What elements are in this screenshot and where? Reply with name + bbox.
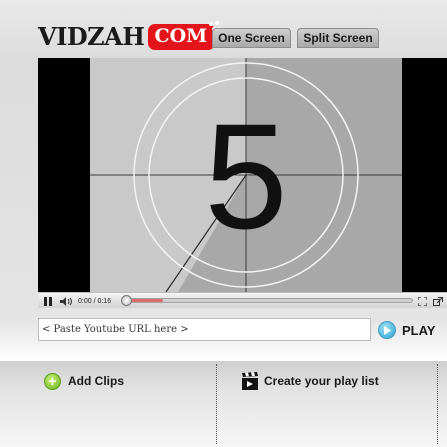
seek-handle[interactable] xyxy=(121,295,132,306)
playlist-label: Create your play list xyxy=(264,374,379,388)
volume-button[interactable] xyxy=(58,293,74,309)
panel-divider xyxy=(216,364,217,444)
panel-divider-right xyxy=(437,364,438,444)
video-controls: 0:00 / 0:16 xyxy=(38,292,447,308)
fullscreen-icon xyxy=(417,296,427,306)
volume-icon xyxy=(59,296,72,306)
video-player[interactable]: 5 xyxy=(38,58,447,292)
play-icon xyxy=(378,321,396,339)
external-button[interactable] xyxy=(432,293,444,309)
tab-one-screen[interactable]: One Screen xyxy=(212,28,291,48)
fullscreen-button[interactable] xyxy=(417,293,427,309)
plus-icon: + xyxy=(44,372,61,390)
logo-text: VIDZAH xyxy=(38,22,145,51)
external-icon xyxy=(433,296,443,306)
tab-split-screen[interactable]: Split Screen xyxy=(297,28,379,48)
add-clips-button[interactable]: + Add Clips xyxy=(44,372,124,390)
countdown-leader: 5 xyxy=(38,58,447,292)
seek-bar[interactable] xyxy=(121,295,413,306)
countdown-number: 5 xyxy=(204,92,287,260)
add-clips-label: Add Clips xyxy=(68,374,124,388)
pause-button[interactable] xyxy=(42,293,54,309)
vidzah-logo[interactable]: VIDZAH COM xyxy=(38,21,221,52)
time-display: 0:00 / 0:16 xyxy=(78,297,112,305)
play-button[interactable]: PLAY xyxy=(378,319,447,341)
play-label: PLAY xyxy=(402,322,436,338)
youtube-url-input[interactable] xyxy=(38,318,371,341)
clapperboard-icon xyxy=(242,372,258,390)
logo-com-badge: COM xyxy=(148,21,221,50)
create-playlist-button[interactable]: Create your play list xyxy=(242,371,379,391)
pause-icon xyxy=(44,296,52,306)
logo-com-text: COM xyxy=(154,25,208,47)
